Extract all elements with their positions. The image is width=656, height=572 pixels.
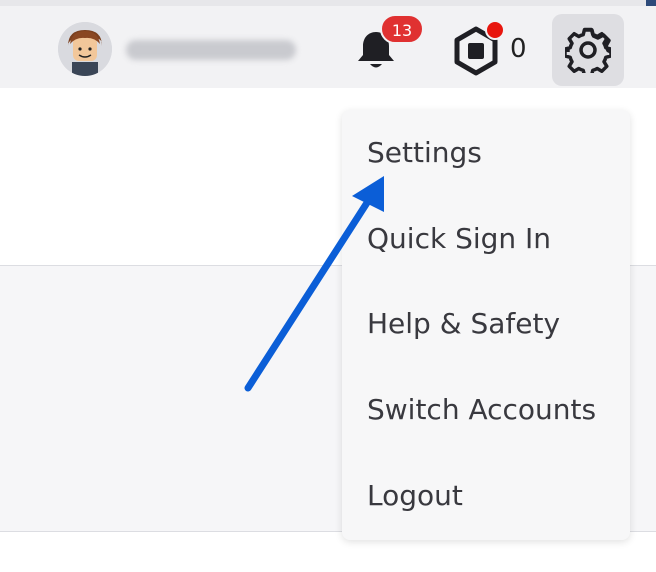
gear-icon: [565, 27, 611, 73]
menu-item-settings[interactable]: Settings: [342, 117, 630, 189]
menu-item-logout[interactable]: Logout: [342, 460, 630, 532]
menu-item-help-safety[interactable]: Help & Safety: [342, 288, 630, 360]
settings-button[interactable]: [552, 14, 624, 86]
avatar[interactable]: [58, 22, 112, 76]
settings-dropdown-menu: Settings Quick Sign In Help & Safety Swi…: [342, 110, 630, 540]
robux-balance: 0: [510, 34, 527, 64]
robux-alert-dot: [485, 20, 505, 40]
notification-count-badge: 13: [380, 14, 424, 44]
menu-item-quick-sign-in[interactable]: Quick Sign In: [342, 203, 630, 275]
menu-item-switch-accounts[interactable]: Switch Accounts: [342, 374, 630, 446]
username-redacted[interactable]: [126, 40, 296, 60]
